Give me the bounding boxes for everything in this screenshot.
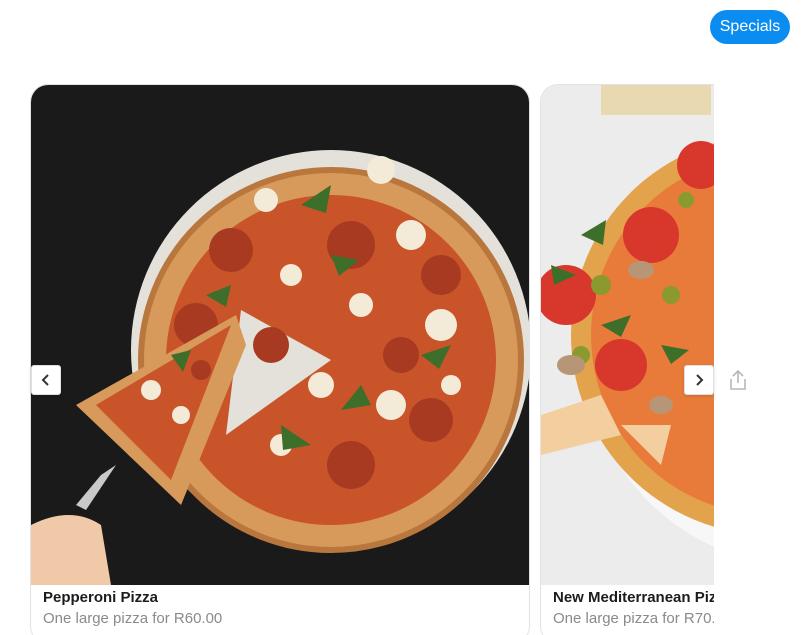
card-subtitle: One large pizza for R60.00 bbox=[43, 610, 223, 627]
carousel-next-button[interactable] bbox=[684, 365, 714, 395]
mediterranean-pizza-image bbox=[541, 85, 714, 585]
pepperoni-pizza-image bbox=[31, 85, 529, 585]
card-title: Pepperoni Pizza bbox=[43, 589, 159, 606]
card-title: New Mediterranean Pizza bbox=[553, 589, 714, 606]
carousel-card[interactable]: New Mediterranean Pizza One large pizza … bbox=[540, 84, 714, 635]
specials-button[interactable]: Specials bbox=[710, 10, 790, 44]
card-subtitle: One large pizza for R70.00 bbox=[553, 610, 714, 627]
chat-carousel-view: Specials Pepperoni Pizza One large pizza… bbox=[0, 0, 801, 635]
chevron-right-icon bbox=[696, 374, 704, 386]
carousel: Pepperoni Pizza One large pizza for R60.… bbox=[30, 84, 714, 635]
share-icon bbox=[730, 369, 746, 390]
share-button[interactable] bbox=[727, 368, 749, 392]
chevron-left-icon bbox=[41, 374, 49, 386]
carousel-prev-button[interactable] bbox=[31, 365, 61, 395]
carousel-card[interactable]: Pepperoni Pizza One large pizza for R60.… bbox=[30, 84, 530, 635]
